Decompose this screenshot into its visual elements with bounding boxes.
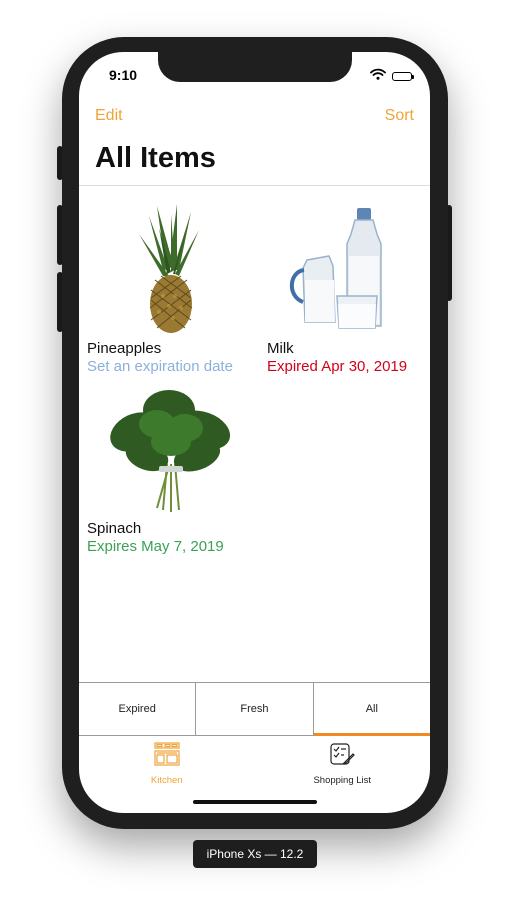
tab-kitchen-label: Kitchen (150, 775, 183, 786)
status-time: 9:10 (109, 67, 138, 83)
notch (158, 52, 352, 82)
home-indicator (193, 800, 317, 804)
item-name: Pineapples (87, 340, 162, 357)
kitchen-icon (154, 742, 180, 771)
item-expiration: Expires May 7, 2019 (87, 538, 224, 555)
filter-segments: Expired Fresh All (79, 682, 430, 736)
item-spinach[interactable]: Spinach Expires May 7, 2019 (87, 384, 257, 556)
item-expiration: Expired Apr 30, 2019 (267, 358, 408, 375)
item-name: Milk (267, 340, 294, 357)
tab-shopping-list-label: Shopping List (313, 775, 372, 786)
screen: 9:10 Edit Sort All Items Pineapples Set … (79, 52, 430, 813)
item-pineapples[interactable]: Pineapples Set an expiration date (87, 204, 257, 376)
item-name: Spinach (87, 520, 142, 537)
item-milk[interactable]: Milk Expired Apr 30, 2019 (267, 204, 430, 376)
page-title: All Items (95, 142, 216, 174)
pineapple-image (87, 204, 257, 334)
shopping-list-icon (329, 742, 356, 771)
tab-shopping-list[interactable]: Shopping List (255, 736, 431, 796)
sort-button[interactable]: Sort (385, 107, 414, 125)
segment-expired[interactable]: Expired (79, 683, 197, 735)
title-divider (79, 185, 430, 186)
tab-kitchen[interactable]: Kitchen (79, 736, 255, 796)
status-icons (370, 67, 414, 85)
tab-bar: Kitchen Shopping List (79, 736, 430, 796)
segment-all[interactable]: All (313, 683, 430, 736)
device-label: iPhone Xs — 12.2 (193, 840, 317, 868)
item-expiration: Set an expiration date (87, 358, 233, 375)
spinach-image (87, 384, 257, 514)
milk-image (267, 204, 430, 334)
battery-icon (392, 71, 414, 81)
wifi-icon (370, 67, 386, 85)
segment-fresh[interactable]: Fresh (196, 683, 314, 735)
edit-button[interactable]: Edit (95, 107, 123, 125)
